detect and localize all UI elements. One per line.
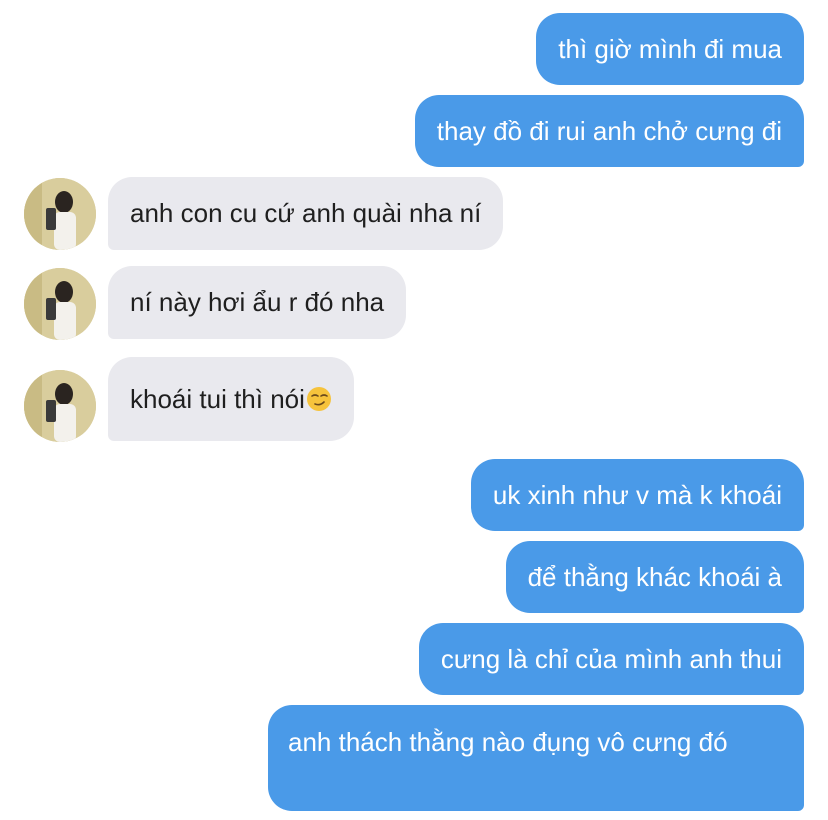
sent-message[interactable]: thì giờ mình đi mua (536, 13, 804, 85)
sent-message[interactable]: để thằng khác khoái à (505, 541, 804, 613)
message-text: ní này hơi ẩu r đó nha (130, 287, 385, 317)
sent-message[interactable]: anh thách thằng nào đụng vô cưng đó (268, 705, 804, 811)
message-text: anh con cu cứ anh quài nha ní (130, 198, 482, 228)
avatar-photo-icon (24, 370, 96, 442)
message-text: cưng là chỉ của mình anh thui (440, 644, 782, 674)
message-text: uk xinh như v mà k khoái (492, 480, 782, 510)
message-text: anh thách thằng nào đụng vô cưng đó (288, 727, 728, 757)
message-text: để thằng khác khoái à (527, 562, 782, 592)
contact-avatar[interactable] (24, 178, 96, 250)
sent-message[interactable]: uk xinh như v mà k khoái (470, 459, 804, 531)
contact-avatar[interactable] (24, 370, 96, 442)
sent-message[interactable]: thay đồ đi rui anh chở cưng đi (414, 95, 804, 167)
avatar-photo-icon (24, 268, 96, 340)
message-text: thì giờ mình đi mua (558, 34, 782, 64)
received-message[interactable]: khoái tui thì nói (108, 357, 354, 441)
message-text: khoái tui thì nói (130, 384, 305, 414)
message-text: thay đồ đi rui anh chở cưng đi (436, 116, 782, 146)
contact-avatar[interactable] (24, 268, 96, 340)
smirking-face-emoji-icon (306, 387, 331, 411)
sent-message[interactable]: cưng là chỉ của mình anh thui (418, 623, 804, 695)
received-message[interactable]: anh con cu cứ anh quài nha ní (108, 177, 504, 250)
received-message[interactable]: ní này hơi ẩu r đó nha (108, 266, 407, 339)
avatar-photo-icon (24, 178, 96, 250)
